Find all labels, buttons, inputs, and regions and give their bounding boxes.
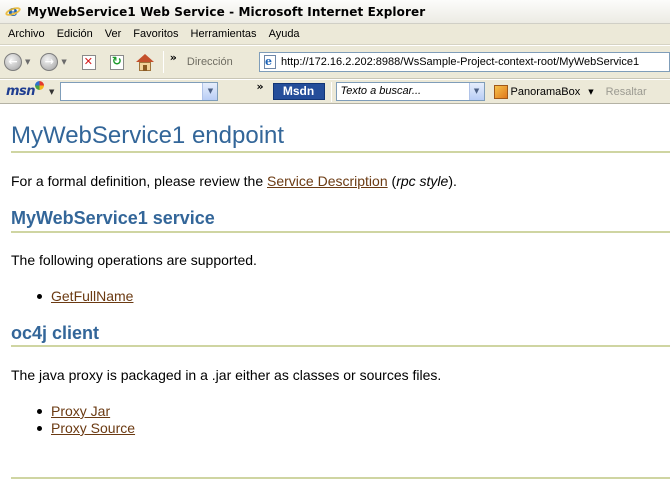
operations-text: The following operations are supported. xyxy=(11,252,257,268)
msdn-search-input[interactable]: Texto a buscar... ▼ xyxy=(335,82,485,101)
menu-ver[interactable]: Ver xyxy=(99,26,128,43)
back-arrow-icon: ← xyxy=(4,53,22,71)
back-button[interactable]: ← ▼ xyxy=(4,50,30,74)
msdn-button[interactable]: Msdn xyxy=(272,83,325,100)
rpc-style-text: rpc style xyxy=(396,173,449,189)
refresh-button[interactable] xyxy=(107,52,127,72)
back-dropdown-icon[interactable]: ▼ xyxy=(25,58,30,66)
operation-link-getfullname[interactable]: GetFullName xyxy=(51,288,133,304)
stop-icon xyxy=(81,54,96,70)
forward-dropdown-icon[interactable]: ▼ xyxy=(61,58,66,66)
intro-paragraph: For a formal definition, please review t… xyxy=(11,173,457,189)
service-description-link[interactable]: Service Description xyxy=(267,173,388,189)
menu-archivo[interactable]: Archivo xyxy=(2,26,51,43)
page-icon: e xyxy=(262,54,278,70)
operation-bullet xyxy=(37,294,42,299)
service-heading: MyWebService1 service xyxy=(11,208,215,228)
title-bar: e MyWebService1 Web Service - Microsoft … xyxy=(0,0,670,24)
menu-ayuda[interactable]: Ayuda xyxy=(263,26,306,43)
footer-rule xyxy=(11,477,670,479)
heading-rule xyxy=(11,151,670,153)
toolbar-overflow-chevron[interactable]: » xyxy=(170,51,177,64)
menu-favoritos[interactable]: Favoritos xyxy=(127,26,184,43)
msn-butterfly-icon xyxy=(35,81,45,90)
links-separator xyxy=(330,81,332,102)
msn-dropdown-icon[interactable]: ▼ xyxy=(49,88,54,96)
address-url[interactable]: http://172.16.2.202:8988/WsSample-Projec… xyxy=(281,56,639,68)
combo-dropdown-icon[interactable]: ▼ xyxy=(202,83,218,100)
window-title: MyWebService1 Web Service - Microsoft In… xyxy=(27,4,426,19)
home-icon xyxy=(135,53,154,71)
proxy-text: The java proxy is packaged in a .jar eit… xyxy=(11,367,442,383)
address-bar[interactable]: e http://172.16.2.202:8988/WsSample-Proj… xyxy=(259,52,670,72)
forward-button[interactable]: → ▼ xyxy=(40,50,67,74)
forward-arrow-icon: → xyxy=(40,53,59,71)
standard-toolbar: ← ▼ → ▼ » Dirección e http://172.16.2.20… xyxy=(0,46,670,79)
menu-bar: Archivo Edición Ver Favoritos Herramient… xyxy=(0,24,670,45)
proxy-jar-bullet xyxy=(37,409,42,414)
proxy-source-link[interactable]: Proxy Source xyxy=(51,420,135,436)
highlight-button[interactable]: Resaltar xyxy=(606,86,647,98)
links-overflow-chevron[interactable]: » xyxy=(256,80,263,93)
stop-button[interactable] xyxy=(79,52,99,72)
menu-edicion[interactable]: Edición xyxy=(51,26,99,43)
page-content: MyWebService1 endpoint For a formal defi… xyxy=(0,105,670,503)
page-title: MyWebService1 endpoint xyxy=(11,122,285,149)
home-button[interactable] xyxy=(135,52,155,72)
refresh-icon xyxy=(109,54,124,70)
msn-logo[interactable]: msn xyxy=(6,81,45,99)
panoramabox-icon xyxy=(493,84,508,99)
menu-herramientas[interactable]: Herramientas xyxy=(185,26,263,43)
client-rule xyxy=(11,345,670,347)
panoramabox-button[interactable]: PanoramaBox xyxy=(511,86,581,98)
proxy-jar-link[interactable]: Proxy Jar xyxy=(51,403,110,419)
links-toolbar: msn ▼ ▼ » Msdn Texto a buscar... ▼ Panor… xyxy=(0,80,670,104)
panoramabox-dropdown-icon[interactable]: ▼ xyxy=(588,88,593,96)
service-rule xyxy=(11,231,670,233)
address-label: Dirección xyxy=(186,56,233,68)
msdn-search-placeholder: Texto a buscar... xyxy=(340,85,422,97)
proxy-source-bullet xyxy=(37,426,42,431)
internet-explorer-icon: e xyxy=(4,3,22,20)
msn-search-combo[interactable]: ▼ xyxy=(60,82,219,101)
client-heading: oc4j client xyxy=(11,323,100,343)
msdn-search-dropdown-icon[interactable]: ▼ xyxy=(468,83,484,100)
toolbar-separator xyxy=(162,51,164,73)
